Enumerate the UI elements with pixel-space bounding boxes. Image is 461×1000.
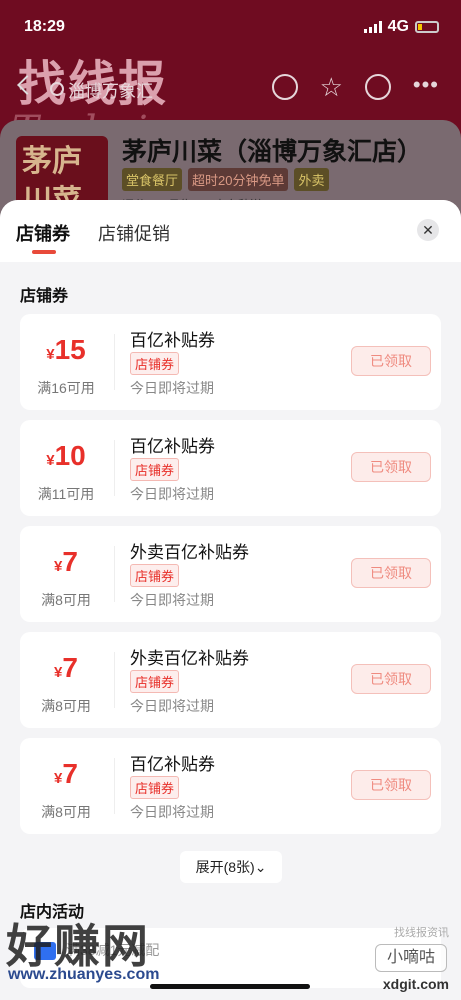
claimed-button[interactable]: 已领取 [351,452,431,482]
claimed-button[interactable]: 已领取 [351,346,431,376]
coupon-title: 外卖百亿补贴券 [130,543,249,562]
coupon-amount: ¥7 [20,546,112,578]
coupon-badge: 店铺券 [130,670,180,693]
store-tag: 堂食餐厅 [122,168,183,191]
coupon-amount: ¥7 [20,758,112,790]
search-text: 淄博万象汇 [68,81,153,101]
claimed-button[interactable]: 已领取 [351,558,431,588]
coupon-condition: 满11可用 [37,486,95,502]
coupon-card: ¥7 满8可用 外卖百亿补贴券 店铺券 今日即将过期 已领取 [20,526,441,622]
coupon-condition: 满8可用 [41,592,91,608]
coupon-badge: 店铺券 [130,776,180,799]
coupon-condition: 满16可用 [37,380,95,396]
search-box[interactable]: 淄博万象汇 [50,74,153,104]
coupon-sheet: 店铺券 店铺促销 ✕ 店铺券 ¥15 满16可用 百亿补贴券 店铺券 今日即将过… [0,200,461,1000]
coupon-card: ¥7 满8可用 外卖百亿补贴券 店铺券 今日即将过期 已领取 [20,632,441,728]
watermark-right: 小嘀咕 [375,944,447,972]
chat-icon[interactable] [364,74,391,100]
coupon-divider [114,758,115,814]
coupon-card: ¥10 满11可用 百亿补贴券 店铺券 今日即将过期 已领取 [20,420,441,516]
claimed-button[interactable]: 已领取 [351,664,431,694]
expand-coupons-button[interactable]: 展开(8张)⌄ [180,851,282,883]
sheet-tabs: 店铺券 店铺促销 ✕ [0,200,461,262]
coupon-value: 7 [62,758,78,789]
signal-icon [363,21,382,33]
status-bar: 18:29 4G [0,14,461,40]
coupon-value: 7 [62,546,78,577]
coupon-badge: 店铺券 [130,564,180,587]
coupon-title: 百亿补贴券 [130,437,215,456]
coupon-expire: 今日即将过期 [130,486,214,502]
nav-row: 淄博万象汇 ☆ ••• [0,72,461,106]
close-icon[interactable]: ✕ [417,219,439,241]
status-time: 18:29 [24,18,65,35]
nav-icons: ☆ ••• [271,74,439,100]
coupon-badge: 店铺券 [130,458,180,481]
coupon-value: 10 [54,440,86,471]
search-icon [50,82,64,96]
store-tags: 堂食餐厅 超时20分钟免单 外卖 [122,168,329,191]
search-circle-icon[interactable] [271,74,298,100]
store-tag: 超时20分钟免单 [188,168,289,191]
coupon-divider [114,440,115,496]
star-icon[interactable]: ☆ [320,74,343,100]
store-header-background: 18:29 4G 找线报 Taohuiz.com 淄博万象汇 ☆ ••• 茅庐川… [0,0,461,230]
status-indicators: 4G [363,18,439,36]
coupon-title: 外卖百亿补贴券 [130,649,249,668]
network-label: 4G [387,18,409,35]
coupon-expire: 今日即将过期 [130,698,214,714]
back-icon[interactable] [17,75,37,95]
yen-symbol: ¥ [46,452,55,469]
coupon-title: 百亿补贴券 [130,331,215,350]
coupon-title: 百亿补贴券 [130,755,215,774]
coupon-divider [114,334,115,390]
store-name: 茅庐川菜（淄博万象汇店） [122,138,423,166]
coupon-expire: 今日即将过期 [130,380,214,396]
coupon-amount: ¥10 [20,440,112,472]
coupon-expire: 今日即将过期 [130,592,214,608]
store-tag: 外卖 [294,168,329,191]
yen-symbol: ¥ [46,346,55,363]
claimed-button[interactable]: 已领取 [351,770,431,800]
tab-store-coupons[interactable]: 店铺券 [16,220,70,254]
watermark-right-small: 找线报资讯 [394,927,449,939]
tab-store-promotions[interactable]: 店铺促销 [98,220,170,246]
coupon-amount: ¥15 [20,334,112,366]
coupon-divider [114,546,115,602]
home-indicator [150,984,310,989]
coupon-value: 7 [62,652,78,683]
coupon-divider [114,652,115,708]
coupon-condition: 满8可用 [41,698,91,714]
more-icon[interactable]: ••• [413,74,439,100]
watermark-bottom-url: www.zhuanyes.com [8,966,160,983]
coupon-card: ¥15 满16可用 百亿补贴券 店铺券 今日即将过期 已领取 [20,314,441,410]
watermark-right-url: xdgit.com [382,976,449,992]
coupon-expire: 今日即将过期 [130,804,214,820]
coupon-card: ¥7 满8可用 百亿补贴券 店铺券 今日即将过期 已领取 [20,738,441,834]
coupon-amount: ¥7 [20,652,112,684]
coupon-condition: 满8可用 [41,804,91,820]
coupon-badge: 店铺券 [130,352,180,375]
battery-icon [415,21,439,33]
coupon-value: 15 [54,334,86,365]
section-title-coupons: 店铺券 [20,288,69,305]
